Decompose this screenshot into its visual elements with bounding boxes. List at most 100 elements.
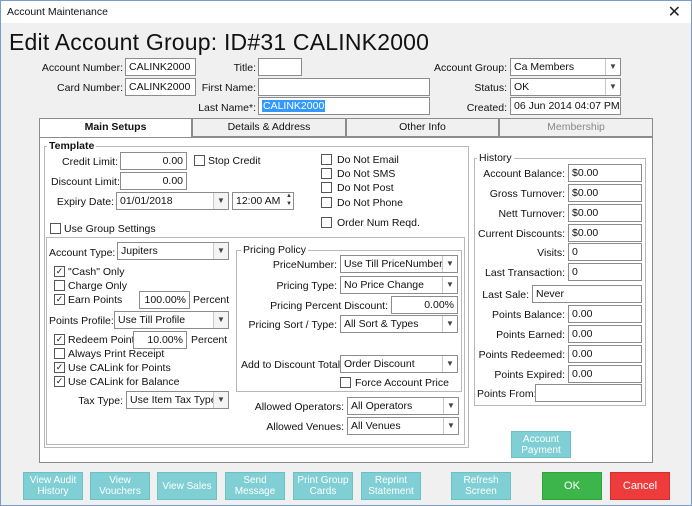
add-to-discount-label: Add to Discount Total:: [241, 359, 343, 371]
send-message-line2: Message: [234, 486, 276, 497]
percent-discount-label: Pricing Percent Discount:: [270, 300, 388, 312]
view-audit-line2: History: [37, 486, 69, 497]
redeem-points-checkbox[interactable]: ✓: [54, 334, 65, 345]
do-not-phone-checkbox[interactable]: [321, 197, 332, 208]
add-to-discount-select[interactable]: Order Discount ▼: [340, 355, 458, 373]
account-type-value: Jupiters: [121, 245, 158, 257]
use-calink-balance-label: Use CALink for Balance: [68, 376, 180, 388]
account-payment-button[interactable]: Account Payment: [511, 431, 571, 458]
price-number-select[interactable]: Use Till PriceNumber ▼: [340, 255, 458, 273]
cash-only-checkbox[interactable]: ✓: [54, 266, 65, 277]
expiry-date-value: 01/01/2018: [120, 195, 173, 207]
cancel-button[interactable]: Cancel: [610, 472, 670, 500]
chevron-down-icon: ▼: [442, 277, 457, 293]
chevron-down-icon: ▼: [443, 398, 458, 414]
use-calink-balance-checkbox[interactable]: ✓: [54, 376, 65, 387]
card-number-field[interactable]: CALINK2000: [125, 78, 196, 96]
discount-limit-field[interactable]: 0.00: [120, 172, 187, 190]
points-expired-field: 0.00: [568, 365, 642, 383]
current-discounts-label: Current Discounts:: [478, 228, 565, 240]
visits-field: 0: [568, 243, 642, 261]
credit-limit-field[interactable]: 0.00: [120, 152, 187, 170]
account-balance-field: $0.00: [568, 164, 642, 182]
expiry-date-label: Expiry Date:: [56, 196, 114, 208]
earn-percent-field[interactable]: 100.00%: [139, 291, 190, 309]
refresh-screen-button[interactable]: Refresh Screen: [451, 472, 511, 500]
first-name-label: First Name:: [201, 82, 256, 94]
sort-type-label: Pricing Sort / Type:: [248, 319, 337, 331]
title-field[interactable]: [258, 58, 302, 76]
print-group-line2: Cards: [309, 486, 337, 497]
send-message-button[interactable]: Send Message: [225, 472, 285, 500]
ok-button[interactable]: OK: [542, 472, 602, 500]
tab-other-info[interactable]: Other Info: [346, 118, 499, 137]
percent-discount-field[interactable]: 0.00%: [391, 296, 458, 314]
points-profile-label: Points Profile:: [49, 315, 114, 327]
do-not-sms-checkbox[interactable]: [321, 168, 332, 179]
use-group-settings-checkbox[interactable]: [50, 223, 61, 234]
account-group-value: Ca Members: [514, 61, 575, 73]
last-name-field[interactable]: CALINK2000: [258, 97, 430, 115]
account-number-field[interactable]: CALINK2000: [125, 58, 196, 76]
view-audit-history-button[interactable]: View Audit History: [23, 472, 83, 500]
gross-turnover-field: $0.00: [568, 184, 642, 202]
pricing-type-select[interactable]: No Price Change ▼: [340, 276, 458, 294]
earn-points-label: Earn Points: [68, 294, 123, 306]
earn-points-checkbox[interactable]: ✓: [54, 294, 65, 305]
do-not-email-label: Do Not Email: [337, 154, 399, 166]
tab-main-setups[interactable]: Main Setups: [39, 118, 192, 138]
status-select[interactable]: OK ▼: [510, 78, 621, 96]
account-group-select[interactable]: Ca Members ▼: [510, 58, 621, 76]
credit-limit-label: Credit Limit:: [61, 156, 118, 168]
time-spinner-icon[interactable]: ▲ ▼: [284, 192, 294, 210]
order-num-reqd-label: Order Num Reqd.: [337, 217, 420, 229]
redeem-percent-label: Percent: [191, 334, 228, 346]
created-label: Created:: [466, 102, 507, 114]
do-not-post-label: Do Not Post: [337, 182, 394, 194]
add-to-discount-value: Order Discount: [344, 358, 415, 370]
view-sales-button[interactable]: View Sales: [157, 472, 217, 500]
expiry-time-value: 12:00 AM: [236, 195, 281, 207]
stop-credit-checkbox[interactable]: [194, 155, 205, 166]
reprint-statement-button[interactable]: Reprint Statement: [361, 472, 421, 500]
status-value: OK: [514, 81, 530, 93]
close-icon[interactable]: ✕: [668, 2, 681, 22]
charge-only-checkbox[interactable]: [54, 280, 65, 291]
do-not-post-checkbox[interactable]: [321, 182, 332, 193]
sort-type-select[interactable]: All Sort & Types ▼: [340, 315, 458, 333]
use-calink-points-checkbox[interactable]: ✓: [54, 362, 65, 373]
always-print-receipt-checkbox[interactable]: [54, 348, 65, 359]
force-account-price-checkbox[interactable]: [340, 377, 351, 388]
chevron-down-icon: ▼: [443, 418, 458, 434]
first-name-field[interactable]: [258, 78, 430, 96]
points-from-field[interactable]: [535, 384, 642, 402]
chevron-down-icon: ▼: [213, 312, 228, 328]
allowed-operators-select[interactable]: All Operators ▼: [347, 397, 459, 415]
charge-only-label: Charge Only: [68, 280, 127, 292]
account-type-select[interactable]: Jupiters ▼: [117, 242, 229, 260]
points-profile-value: Use Till Profile: [118, 314, 186, 326]
tab-details-address[interactable]: Details & Address: [192, 118, 346, 137]
points-balance-label: Points Balance:: [492, 309, 565, 321]
template-title: Template: [47, 140, 97, 152]
order-num-reqd-checkbox[interactable]: [321, 217, 332, 228]
do-not-email-checkbox[interactable]: [321, 154, 332, 165]
history-title: History: [477, 152, 514, 164]
refresh-line1: Refresh: [463, 475, 499, 486]
tax-type-select[interactable]: Use Item Tax Type ▼: [126, 391, 229, 409]
points-profile-select[interactable]: Use Till Profile ▼: [114, 311, 229, 329]
last-transaction-label: Last Transaction:: [485, 267, 565, 279]
redeem-percent-field[interactable]: 10.00%: [133, 331, 187, 349]
card-number-label: Card Number:: [57, 82, 123, 94]
expiry-date-picker[interactable]: 01/01/2018 ▼: [116, 192, 229, 210]
page-title: Edit Account Group: ID#31 CALINK2000: [9, 29, 430, 55]
allowed-venues-select[interactable]: All Venues ▼: [347, 417, 459, 435]
tab-membership[interactable]: Membership: [499, 118, 653, 137]
print-group-cards-button[interactable]: Print Group Cards: [293, 472, 353, 500]
view-vouchers-button[interactable]: View Vouchers: [90, 472, 150, 500]
points-redeemed-field: 0.00: [568, 345, 642, 363]
current-discounts-field: $0.00: [568, 224, 642, 242]
account-payment-line2: Payment: [521, 444, 561, 456]
price-number-label: PriceNumber:: [272, 259, 337, 271]
chevron-down-icon: ▼: [605, 79, 620, 95]
